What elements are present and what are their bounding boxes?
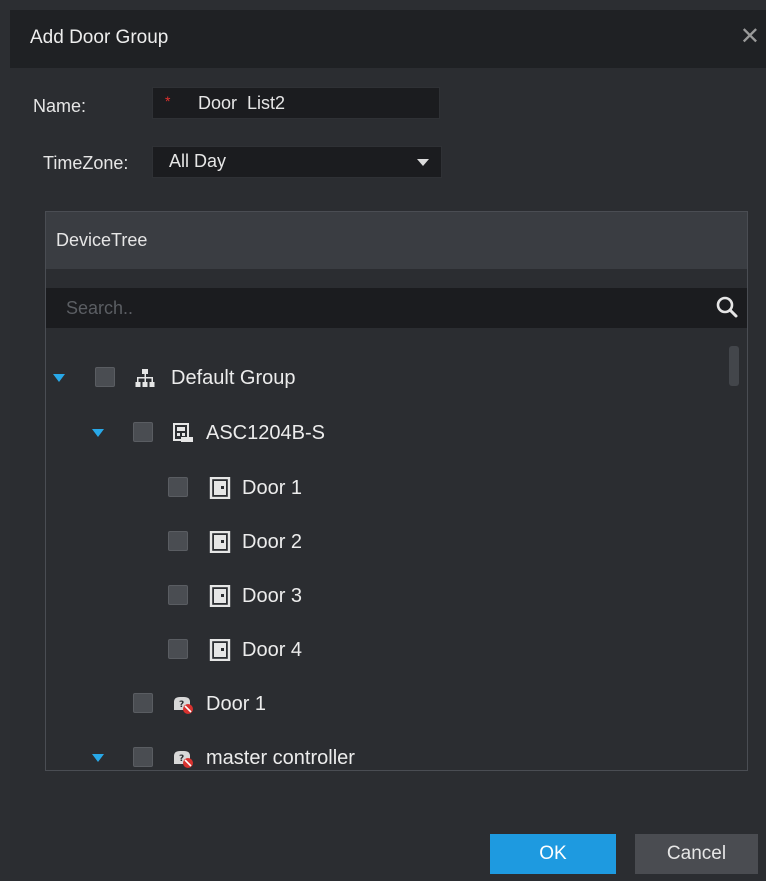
door-icon: [209, 531, 231, 553]
offline-device-icon: ?: [174, 697, 193, 714]
required-mark: *: [165, 93, 171, 109]
tree-checkbox[interactable]: [133, 693, 153, 713]
tree-row-door-4[interactable]: Door 4: [46, 630, 726, 670]
timezone-select[interactable]: All Day: [152, 146, 442, 178]
tree-row-asc1204b-s[interactable]: ASC1204B-S: [46, 413, 726, 453]
door-icon: [209, 477, 231, 499]
name-value: Door List2: [198, 93, 286, 113]
tree-scrollbar[interactable]: [729, 346, 739, 386]
search-icon[interactable]: [715, 295, 739, 319]
tree-row-label: Door 1: [206, 693, 267, 715]
tree-checkbox[interactable]: [168, 531, 188, 551]
tree-row-label: ASC1204B-S: [206, 422, 325, 444]
door-icon: [209, 585, 231, 607]
device-tree-panel: DeviceTree Search.. Default Group ASC120…: [45, 211, 748, 771]
group-tree-icon: [135, 369, 155, 387]
cancel-button[interactable]: Cancel: [635, 834, 758, 874]
tree-checkbox[interactable]: [133, 747, 153, 767]
close-icon[interactable]: ✕: [740, 22, 760, 51]
expand-caret-icon[interactable]: [92, 429, 104, 437]
tree-row-door-2[interactable]: Door 2: [46, 522, 726, 562]
tree-checkbox[interactable]: [133, 422, 153, 442]
offline-device-icon: ?: [174, 751, 193, 768]
tree-row-label: master controller: [206, 747, 355, 769]
tree-checkbox[interactable]: [168, 477, 188, 497]
tree-row-label: Door 1: [242, 477, 303, 499]
search-input[interactable]: Search..: [46, 288, 747, 328]
tree-row-label: Door 3: [242, 585, 303, 607]
timezone-value: All Day: [169, 151, 227, 171]
device-tree-title: DeviceTree: [56, 230, 148, 250]
ok-button[interactable]: OK: [490, 834, 616, 874]
tree-row-default-group[interactable]: Default Group: [46, 358, 726, 398]
tree-checkbox[interactable]: [95, 367, 115, 387]
device-tree-header: DeviceTree: [46, 212, 747, 269]
name-label: Name:: [33, 96, 87, 116]
name-input[interactable]: * Door List2: [152, 87, 440, 119]
tree-checkbox[interactable]: [168, 639, 188, 659]
expand-caret-icon[interactable]: [53, 374, 65, 382]
tree-checkbox[interactable]: [168, 585, 188, 605]
dialog-title: Add Door Group: [30, 27, 169, 48]
door-icon: [209, 639, 231, 661]
search-placeholder: Search..: [66, 298, 134, 318]
tree-row-label: Door 4: [242, 639, 303, 661]
tree-row-door-1[interactable]: Door 1: [46, 468, 726, 508]
chevron-down-icon: [417, 159, 429, 166]
timezone-label: TimeZone:: [43, 153, 129, 173]
tree-row-master-controller[interactable]: ? master controller: [46, 738, 726, 778]
dialog-titlebar: Add Door Group ✕: [10, 10, 766, 68]
access-controller-icon: [173, 423, 193, 442]
tree-row-label: Door 2: [242, 531, 303, 553]
tree-row-label: Default Group: [171, 367, 296, 389]
tree-row-door-3[interactable]: Door 3: [46, 576, 726, 616]
tree-row-door-1-offline[interactable]: ? Door 1: [46, 684, 726, 724]
expand-caret-icon[interactable]: [92, 754, 104, 762]
